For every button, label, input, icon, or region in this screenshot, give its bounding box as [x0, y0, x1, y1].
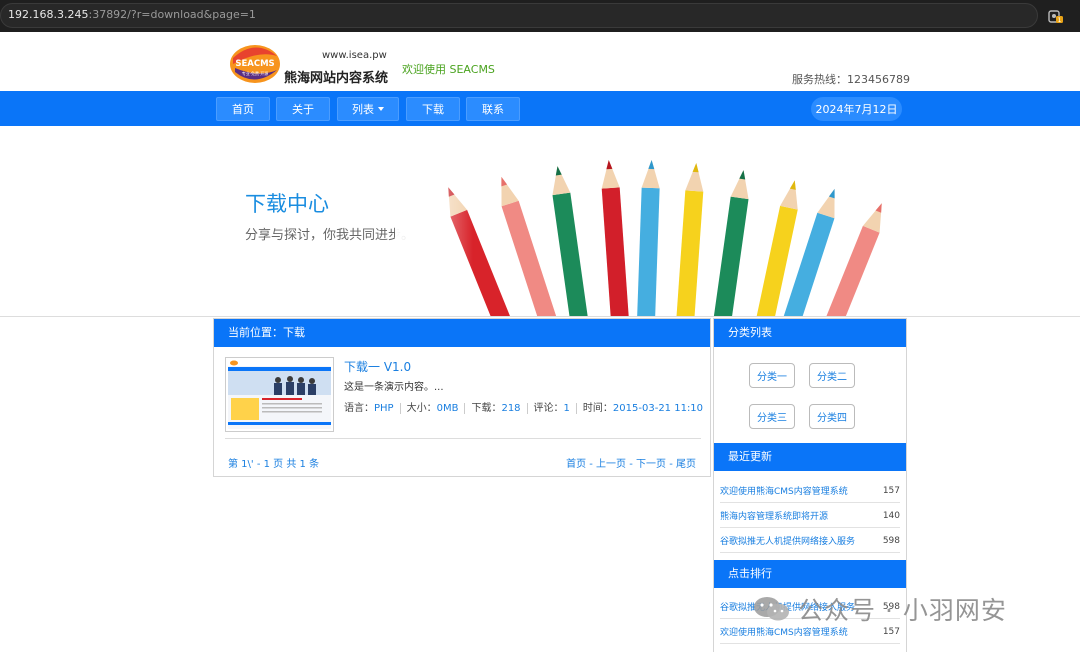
download-list-panel: 当前位置：下载 下载一 V1.0 这是一条演示内容。... 语言：PHP 大小：0… — [213, 318, 711, 477]
meta-downloads: 218 — [501, 403, 521, 414]
url-field[interactable]: 192.168.3.245:37892/?r=download&page=1 — [0, 3, 1038, 28]
banner-divider — [0, 316, 1080, 317]
svg-text:1: 1 — [1058, 17, 1062, 24]
category-button-1[interactable]: 分类一 — [749, 363, 795, 388]
rank-item-count: 157 — [882, 626, 900, 637]
meta-size: 0MB — [436, 403, 459, 414]
hotline-text: 服务热线：123456789 — [792, 73, 910, 86]
category-button-4[interactable]: 分类四 — [809, 404, 855, 429]
pagination-links[interactable]: 首页 - 上一页 - 下一页 - 尾页 — [566, 455, 696, 470]
site-logo[interactable]: SEACMS 专业·免费·开源 www.isea.pw 熊海网站内容系统 — [229, 42, 389, 86]
nav-contact[interactable]: 联系 — [466, 97, 520, 121]
recent-item-count: 157 — [882, 485, 900, 496]
caret-down-icon — [378, 107, 384, 111]
meta-comments: 1 — [563, 403, 570, 414]
list-item[interactable]: 欢迎使用熊海CMS内容管理系统 157 — [720, 479, 900, 503]
nav-list-dropdown[interactable]: 列表 — [337, 97, 399, 121]
wechat-icon — [754, 597, 789, 621]
welcome-text: 欢迎使用 SEACMS — [402, 63, 495, 76]
logo-emblem-icon: SEACMS 专业·免费·开源 — [230, 45, 280, 83]
svg-text:SEACMS: SEACMS — [235, 59, 274, 69]
nav-about[interactable]: 关于 — [276, 97, 330, 121]
download-thumbnail[interactable] — [225, 357, 334, 432]
banner-subtitle: 分享与探讨，你我共同进步。 — [245, 228, 415, 243]
extension-icon[interactable]: 1 — [1048, 8, 1064, 24]
recent-heading: 最近更新 — [714, 443, 906, 471]
banner-title: 下载中心 — [245, 192, 329, 216]
nav-download[interactable]: 下载 — [406, 97, 460, 121]
nav-home[interactable]: 首页 — [216, 97, 270, 121]
thumbnail-image — [228, 360, 331, 429]
categories-heading: 分类列表 — [714, 319, 906, 347]
hero-banner: 下载中心 分享与探讨，你我共同进步。 — [0, 126, 1080, 316]
recent-item-title[interactable]: 欢迎使用熊海CMS内容管理系统 — [720, 484, 848, 497]
recent-item-count: 598 — [882, 535, 900, 546]
divider — [225, 438, 701, 439]
category-button-2[interactable]: 分类二 — [809, 363, 855, 388]
download-meta: 语言：PHP 大小：0MB 下载：218 评论：1 时间：2015-03-21 11:1… — [344, 402, 704, 414]
meta-language: PHP — [374, 403, 394, 414]
meta-time: 2015-03-21 11:10 — [612, 403, 704, 414]
svg-text:专业·免费·开源: 专业·免费·开源 — [242, 70, 269, 76]
site-url: www.isea.pw — [322, 50, 387, 61]
recent-item-count: 140 — [882, 510, 900, 521]
page-info: 第 1\' - 1 页 共 1 条 — [228, 459, 320, 470]
browser-address-bar: 192.168.3.245:37892/?r=download&page=1 1 — [0, 0, 1080, 32]
category-button-3[interactable]: 分类三 — [749, 404, 795, 429]
date-badge: 2024年7月12日 — [811, 97, 902, 121]
site-name: 熊海网站内容系统 — [284, 71, 389, 86]
main-navbar: 首页 关于 列表 下载 联系 2024年7月12日 — [0, 91, 1080, 126]
list-item[interactable]: 谷歌拟推无人机提供网络接入服务 598 — [720, 529, 900, 553]
recent-item-title[interactable]: 熊海内容管理系统即将开源 — [720, 509, 828, 522]
url-text: 192.168.3.245:37892/?r=download&page=1 — [8, 8, 256, 21]
watermark: 公众号 · 小羽网安 — [752, 591, 1052, 627]
download-title-link[interactable]: 下载一 V1.0 — [344, 358, 411, 375]
breadcrumb: 当前位置：下载 — [214, 319, 710, 347]
colored-pencils-image — [395, 126, 915, 316]
list-item[interactable]: 熊海内容管理系统即将开源 140 — [720, 504, 900, 528]
watermark-text: 公众号 · 小羽网安 — [798, 596, 1007, 625]
download-description: 这是一条演示内容。... — [344, 382, 444, 393]
recent-item-title[interactable]: 谷歌拟推无人机提供网络接入服务 — [720, 534, 855, 547]
ranking-heading: 点击排行 — [714, 560, 906, 588]
